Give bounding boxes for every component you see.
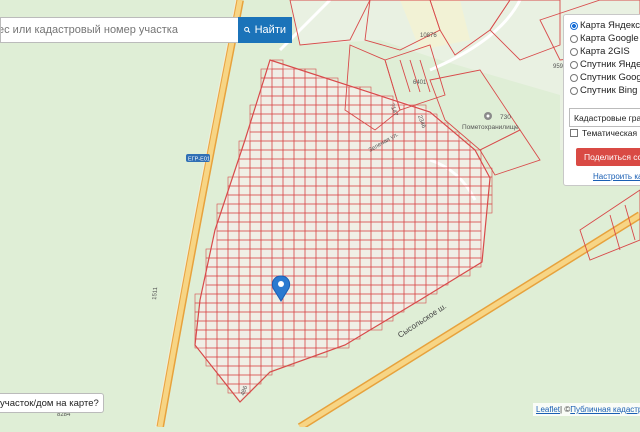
search-bar: Найти bbox=[0, 17, 292, 43]
layer-option-google-map[interactable]: Карта Google bbox=[570, 32, 640, 45]
find-parcel-prompt[interactable]: участок/дом на карте? bbox=[0, 393, 104, 413]
configure-map-link[interactable]: Настроить карту bbox=[593, 172, 640, 181]
radio[interactable] bbox=[570, 73, 578, 82]
layer-option-2gis-map[interactable]: Карта 2GIS bbox=[570, 45, 640, 58]
search-input[interactable] bbox=[0, 17, 238, 43]
label-parcel-6401: 6401 bbox=[413, 80, 427, 86]
radio[interactable] bbox=[570, 60, 578, 69]
map-svg: 6401 10876 7147 2346 959 8284 486 1511 7… bbox=[0, 0, 640, 431]
poi-icon[interactable] bbox=[484, 112, 492, 120]
label-poi-number: 730 bbox=[500, 114, 511, 121]
label-poi-name: Пометохранилище bbox=[462, 124, 519, 131]
radio[interactable] bbox=[570, 86, 578, 95]
thematic-map-checkbox[interactable]: Тематическая карта bbox=[570, 128, 640, 138]
map-canvas[interactable]: 6401 10876 7147 2346 959 8284 486 1511 7… bbox=[0, 0, 640, 431]
road-badge: ЕГР-Е01 bbox=[186, 154, 210, 163]
cadastre-link[interactable]: Публичная кадастровая карта bbox=[570, 405, 640, 414]
radio-selected[interactable] bbox=[570, 21, 578, 30]
layers-panel: Карта Яндекс Карта Google Карта 2GIS Спу… bbox=[563, 14, 640, 186]
map-attribution: Leaflet | © Публичная кадастровая карта bbox=[533, 403, 640, 416]
search-button[interactable]: Найти bbox=[238, 17, 292, 43]
layer-option-yandex-map[interactable]: Карта Яндекс bbox=[570, 19, 640, 32]
base-layer-list: Карта Яндекс Карта Google Карта 2GIS Спу… bbox=[564, 15, 640, 97]
checkbox[interactable] bbox=[570, 129, 578, 137]
overlay-select[interactable]: Кадастровые границы bbox=[569, 108, 640, 127]
share-link-button[interactable]: Поделиться ссылкой bbox=[576, 148, 640, 166]
search-icon bbox=[244, 26, 251, 34]
layer-option-yandex-satellite[interactable]: Спутник Яндекс bbox=[570, 58, 640, 71]
label-parcel-10876: 10876 bbox=[420, 33, 437, 39]
search-button-label: Найти bbox=[254, 24, 286, 36]
leaflet-link[interactable]: Leaflet bbox=[536, 405, 560, 414]
layer-option-bing-satellite[interactable]: Спутник Bing bbox=[570, 84, 640, 97]
radio[interactable] bbox=[570, 47, 578, 56]
attribution-separator: | © bbox=[560, 405, 571, 414]
layer-option-google-satellite[interactable]: Спутник Google bbox=[570, 71, 640, 84]
svg-text:ЕГР-Е01: ЕГР-Е01 bbox=[188, 157, 210, 163]
label-road-number: 1511 bbox=[152, 286, 159, 300]
radio[interactable] bbox=[570, 34, 578, 43]
